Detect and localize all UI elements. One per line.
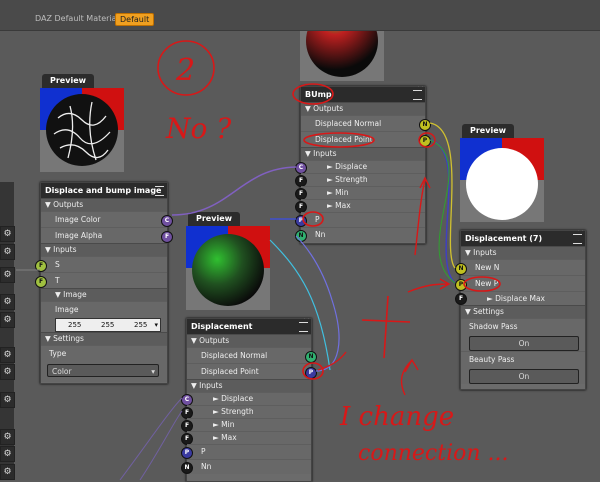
input-new-p: P New P: [455, 275, 585, 291]
outputs-section[interactable]: ▼ Outputs: [41, 198, 167, 211]
inputs-section[interactable]: ▼ Inputs: [187, 379, 311, 392]
type-setting: Type Color ▾: [41, 345, 167, 382]
input-max: F ► Max: [295, 199, 425, 213]
input-nn: N Nn: [181, 459, 311, 474]
input-t: FT: [35, 272, 167, 288]
input-max: F ► Max: [181, 431, 311, 445]
node-displace-bump-image[interactable]: Displace and bump image ▼ Outputs Image …: [35, 182, 173, 384]
input-displace: C ► Displace: [181, 392, 311, 406]
material-name: DAZ Default Material: [35, 14, 119, 23]
chevron-down-icon[interactable]: ▾: [154, 319, 158, 331]
port-f-icon[interactable]: F: [455, 293, 467, 305]
port-f-icon[interactable]: F: [35, 276, 47, 288]
type-select[interactable]: Color ▾: [47, 364, 159, 377]
preview-image-bump: [300, 5, 384, 81]
gear-icon[interactable]: ⚙: [0, 312, 15, 328]
port-f-icon[interactable]: F: [35, 260, 47, 272]
inputs-section[interactable]: ▼ Inputs: [461, 246, 585, 259]
menu-icon[interactable]: [299, 322, 308, 332]
preview-thumbnail-bump: [300, 5, 384, 81]
gear-icon[interactable]: ⚙: [0, 464, 15, 480]
menu-icon[interactable]: [155, 186, 164, 196]
gear-icon[interactable]: ⚙: [0, 429, 15, 445]
gear-icon[interactable]: ⚙: [0, 446, 15, 462]
input-nn: N Nn: [295, 227, 425, 242]
port-p-icon[interactable]: P: [455, 279, 467, 291]
input-displace-max: F ► Displace Max: [455, 291, 585, 305]
port-f-icon[interactable]: F: [161, 231, 173, 243]
preview-image-right: [460, 138, 544, 222]
gear-icon[interactable]: ⚙: [0, 226, 15, 242]
left-panel-strip: ⚙ ⚙ ⚙ ⚙ ⚙ ⚙ ⚙ ⚙ ⚙ ⚙ ⚙: [0, 182, 15, 480]
node-title: BUmp: [305, 90, 332, 99]
node-title: Displacement: [191, 322, 253, 331]
port-p-icon[interactable]: P: [181, 447, 193, 459]
gear-icon[interactable]: ⚙: [0, 347, 15, 363]
node-displacement-7[interactable]: ✕ Displacement (7) ▼ Inputs NNew N PNew …: [455, 230, 586, 390]
preview-tab-mid[interactable]: Preview: [188, 212, 241, 226]
port-p-icon[interactable]: P: [305, 367, 317, 379]
default-badge[interactable]: Default: [115, 13, 155, 26]
chevron-down-icon: ▾: [151, 367, 155, 376]
gear-icon[interactable]: ⚙: [0, 244, 15, 260]
gear-icon[interactable]: ⚙: [0, 267, 15, 283]
input-strength: F ► Strength: [181, 405, 311, 419]
input-min: F ► Min: [181, 418, 311, 432]
output-image-color: Image Color C: [41, 211, 173, 227]
inputs-section[interactable]: ▼ Inputs: [301, 147, 425, 160]
output-displaced-normal: Displaced Normal N: [301, 115, 431, 131]
input-min: F ► Min: [295, 186, 425, 200]
gear-icon[interactable]: ⚙: [0, 392, 15, 408]
input-displace: C ► Displace: [295, 160, 425, 174]
node-bump[interactable]: ✕ BUmp ▼ Outputs Displaced NormalN Displ…: [295, 86, 431, 244]
output-image-alpha: Image Alpha F: [41, 227, 173, 243]
input-p: PP: [181, 444, 311, 459]
preview-thumbnail-right: [460, 138, 544, 222]
menu-icon[interactable]: [573, 234, 582, 244]
port-c-icon[interactable]: C: [161, 215, 173, 227]
menu-icon[interactable]: [413, 90, 422, 100]
output-displaced-normal: Displaced Normal N: [187, 347, 317, 363]
port-n-icon[interactable]: N: [295, 230, 307, 242]
input-s: FS: [35, 256, 167, 272]
node-title: Displacement (7): [465, 234, 543, 243]
preview-thumbnail-mid: [186, 226, 270, 310]
settings-section[interactable]: ▼ Settings: [41, 332, 167, 345]
input-strength: F ► Strength: [295, 173, 425, 187]
port-p-icon[interactable]: P: [295, 215, 307, 227]
port-n-icon[interactable]: N: [181, 462, 193, 474]
outputs-section[interactable]: ▼ Outputs: [301, 102, 425, 115]
preview-thumbnail-left: [40, 88, 124, 172]
material-toolbar: DAZ Default Material Default: [0, 0, 600, 31]
node-title: Displace and bump image: [45, 186, 162, 195]
gear-icon[interactable]: ⚙: [0, 294, 15, 310]
beauty-pass-setting: Beauty Pass On: [461, 351, 585, 384]
port-p-icon[interactable]: P: [419, 135, 431, 147]
output-displaced-point: Displaced Point P: [301, 131, 431, 147]
gear-icon[interactable]: ⚙: [0, 364, 15, 380]
inputs-section[interactable]: ▼ Inputs: [41, 243, 167, 256]
node-displacement[interactable]: ✕ Displacement ▼ Outputs Displaced Norma…: [181, 318, 317, 482]
shadow-pass-setting: Shadow Pass On: [461, 318, 585, 351]
beauty-pass-toggle[interactable]: On: [469, 369, 579, 384]
shadow-pass-toggle[interactable]: On: [469, 336, 579, 351]
settings-section[interactable]: ▼ Settings: [461, 305, 585, 318]
preview-image-mid: [186, 226, 270, 310]
image-field-row: Image 255 255 255 ▾: [41, 301, 167, 332]
port-n-icon[interactable]: N: [455, 263, 467, 275]
image-section[interactable]: ▼ Image: [41, 288, 167, 301]
port-n-icon[interactable]: N: [305, 351, 317, 363]
preview-tab-right[interactable]: Preview: [462, 124, 515, 138]
preview-tab-left[interactable]: Preview: [42, 74, 95, 88]
outputs-section[interactable]: ▼ Outputs: [187, 334, 311, 347]
output-displaced-point: Displaced Point P: [187, 363, 317, 379]
input-new-n: N New N: [455, 259, 585, 275]
port-n-icon[interactable]: N: [419, 119, 431, 131]
image-color-input[interactable]: 255 255 255 ▾: [55, 318, 161, 332]
input-p: PP: [295, 212, 425, 227]
preview-image-left: [40, 88, 124, 172]
